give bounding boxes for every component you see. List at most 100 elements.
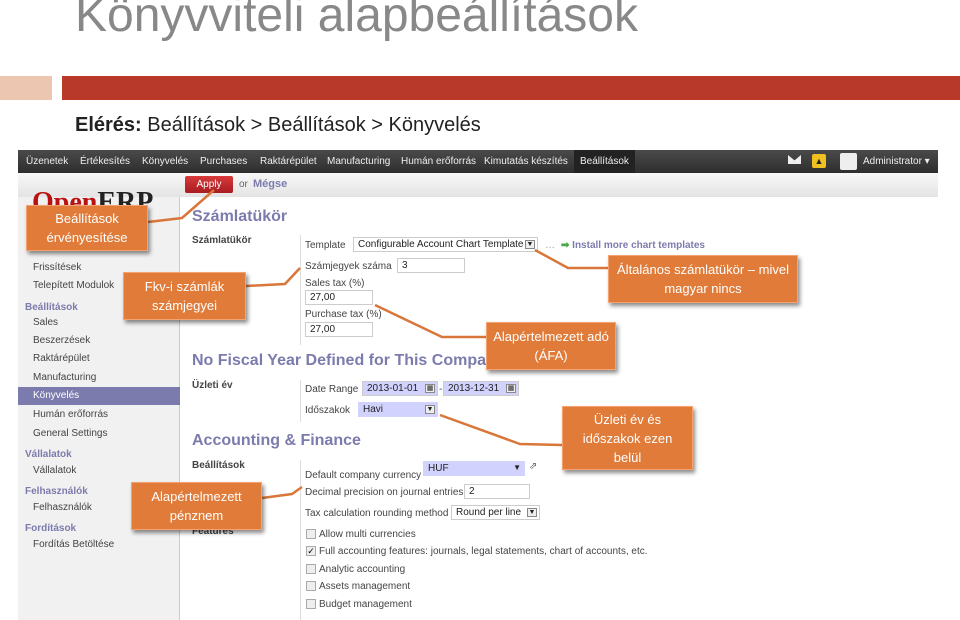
field-label: Üzleti év [192,380,233,391]
slide-title: Könyvviteli alapbeállítások [75,0,638,42]
feature-label: Allow multi currencies [319,529,416,540]
sidebar-item[interactable]: Telepített Modulok [33,280,114,291]
mail-icon[interactable] [788,155,801,164]
path-text: Beállítások > Beállítások > Könyvelés [147,114,481,136]
section-heading: Számlatükör [192,208,288,225]
path-label: Elérés: [75,114,142,136]
nav-item[interactable]: Raktárépület [260,156,317,167]
template-select[interactable]: Configurable Account Chart Template ▼ [353,237,538,252]
nav-item-active[interactable]: Beállítások [574,150,635,173]
feature-label: Full accounting features: journals, lega… [319,546,648,557]
divider [300,235,301,345]
feature-checkbox[interactable] [306,564,316,574]
external-link-icon[interactable]: ⇗ [529,461,537,472]
template-value: Configurable Account Chart Template [358,239,524,250]
feature-checkbox[interactable] [306,581,316,591]
template-label: Template [305,240,346,251]
purchase-tax-input[interactable]: 27,00 [305,322,373,337]
toolbar: Apply or Mégse [18,173,938,197]
nav-item[interactable]: Humán erőforrás [401,156,476,167]
warning-icon[interactable]: ▲ [812,154,826,168]
periods-value: Havi [363,404,384,415]
currency-value: HUF [428,463,449,474]
digits-input[interactable]: 3 [397,258,465,273]
user-name: Administrator [863,156,922,167]
callout: Beállítások érvényesítése [26,205,148,251]
callout: Fkv-i számlák számjegyei [123,272,246,320]
app-screenshot: Üzenetek Értékesítés Könyvelés Purchases… [18,150,938,620]
feature-checkbox[interactable] [306,599,316,609]
chevron-down-icon[interactable]: ▼ [525,240,535,249]
nav-item[interactable]: Manufacturing [327,156,390,167]
sidebar-item[interactable]: Frissítések [33,262,81,273]
decor-bar [62,76,960,100]
chevron-down-icon[interactable]: ▼ [527,508,537,517]
divider [300,460,301,620]
feature-label: Analytic accounting [319,564,406,575]
sidebar-item[interactable]: Fordítás Betöltése [33,539,114,550]
rounding-select[interactable]: Round per line ▼ [451,505,540,520]
callout: Alapértelmezett pénznem [131,482,262,530]
sales-tax-label: Sales tax (%) [305,278,365,289]
sidebar-section[interactable]: Beállítások [25,302,78,313]
user-menu[interactable]: Administrator ▾ [863,156,930,167]
sales-tax-input[interactable]: 27,00 [305,290,373,305]
avatar-icon[interactable] [840,153,857,170]
periods-label: Időszakok [305,405,351,416]
sidebar-item[interactable]: Raktárépület [33,353,90,364]
sidebar-item[interactable]: Vállalatok [33,465,76,476]
periods-select[interactable]: Havi ▼ [358,402,438,417]
sidebar-item[interactable]: Humán erőforrás [33,409,108,420]
nav-item[interactable]: Könyvelés [142,156,188,167]
access-path: Elérés: Beállítások > Beállítások > Köny… [75,114,481,137]
top-nav: Üzenetek Értékesítés Könyvelés Purchases… [18,150,938,173]
section-heading: No Fiscal Year Defined for This Company [192,352,505,369]
currency-select[interactable]: HUF ▼ [423,461,525,476]
sidebar-item-selected[interactable]: Könyvelés [18,387,180,405]
sidebar-item[interactable]: Manufacturing [33,372,96,383]
field-label: Beállítások [192,460,245,471]
calendar-icon[interactable]: ▦ [506,384,516,393]
section-heading: Accounting & Finance [192,432,361,449]
sidebar-item[interactable]: Sales [33,317,58,328]
rounding-value: Round per line [456,507,522,518]
nav-item[interactable]: Kimutatás készítés [484,156,568,167]
decimal-label: Decimal precision on journal entries [305,487,464,498]
feature-label: Budget management [319,599,412,610]
decor-bar [0,76,52,100]
divider [300,380,301,422]
decimal-input[interactable]: 2 [464,484,530,499]
callout: Általános számlatükör – mivel magyar nin… [608,255,798,303]
field-label: Számlatükör [192,235,252,246]
date-from-input[interactable]: 2013-01-01 ▦ [362,381,438,396]
digits-label: Számjegyek száma [305,261,392,272]
sidebar-section[interactable]: Fordítások [25,523,76,534]
arrow-right-icon: ➡ [561,240,570,251]
or-text: or [239,179,248,190]
date-from-value: 2013-01-01 [367,383,419,394]
nav-item[interactable]: Értékesítés [80,156,130,167]
feature-label: Assets management [319,581,411,592]
sidebar-section[interactable]: Vállalatok [25,449,72,460]
rounding-label: Tax calculation rounding method [305,508,449,519]
currency-label: Default company currency [305,470,422,481]
sidebar-item[interactable]: Beszerzések [33,335,90,346]
sidebar-section[interactable]: Felhasználók [25,486,88,497]
purchase-tax-label: Purchase tax (%) [305,309,382,320]
apply-button[interactable]: Apply [185,176,233,193]
install-templates-link[interactable]: ➡ Install more chart templates [561,240,705,251]
sidebar-item[interactable]: Felhasználók [33,502,92,513]
calendar-icon[interactable]: ▦ [425,384,435,393]
sidebar: OpenERP Alkalmazások Frissítések Telepít… [18,187,180,620]
nav-item[interactable]: Üzenetek [26,156,68,167]
date-to-input[interactable]: 2013-12-31 ▦ [443,381,519,396]
feature-checkbox-checked[interactable]: ✓ [306,546,316,556]
sidebar-item[interactable]: General Settings [33,428,108,439]
chevron-down-icon[interactable]: ▼ [425,405,435,414]
callout: Alapértelmezett adó (ÁFA) [486,322,616,370]
install-link-text: Install more chart templates [572,240,705,251]
chevron-down-icon[interactable]: ▼ [513,463,521,472]
nav-item[interactable]: Purchases [200,156,247,167]
feature-checkbox[interactable] [306,529,316,539]
cancel-link[interactable]: Mégse [253,178,287,190]
